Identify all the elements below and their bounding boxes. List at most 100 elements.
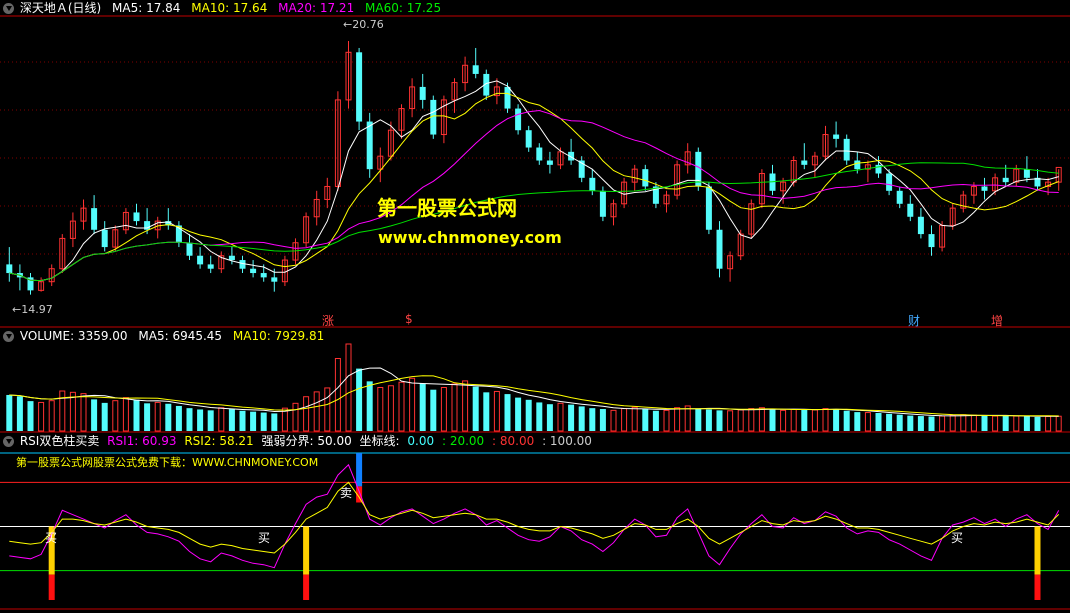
volume-bar <box>239 410 246 431</box>
volume-bar <box>186 408 193 431</box>
rsi-rsi2-line <box>9 481 1060 554</box>
volume-bar <box>175 405 182 431</box>
rsi-panel-header: RSI双色柱买卖 RSI1: 60.93 RSI2: 58.21 强弱分界: 5… <box>0 433 599 449</box>
volume-bar <box>705 409 712 431</box>
volume-bar <box>727 410 734 432</box>
low-price-label: ←14.97 <box>12 303 53 316</box>
volume-bar <box>843 410 850 431</box>
axis-line-label: 坐标线: <box>359 434 400 448</box>
candle-body <box>6 264 13 274</box>
panel-menu-icon[interactable] <box>3 436 14 447</box>
ma5-label: MA5: 17.84 <box>112 1 181 15</box>
volume-bar <box>207 410 214 431</box>
candle-body <box>260 273 267 278</box>
candle-body <box>101 229 108 248</box>
volume-bar <box>165 403 172 431</box>
volume-bar <box>260 412 267 431</box>
volume-bar <box>472 386 479 431</box>
candle-body <box>536 147 543 161</box>
candle-body <box>981 186 988 191</box>
watermark-url: www.chnmoney.com <box>378 228 562 247</box>
axis-20-label: : 20.00 <box>441 434 485 448</box>
buy-signal-bar-lower <box>48 574 55 600</box>
volume-bar <box>419 383 426 431</box>
volume-bar <box>557 402 564 432</box>
volume-bar <box>875 412 882 431</box>
volume-bar <box>1034 416 1041 431</box>
panel-menu-icon[interactable] <box>3 331 14 342</box>
watermark-title: 第一股票公式网 <box>377 196 517 220</box>
event-marker-zeng[interactable]: 增 <box>991 312 1003 329</box>
volume-bar <box>292 402 299 432</box>
candle-body <box>716 229 723 269</box>
volume-bar <box>546 404 553 431</box>
volume-bar <box>59 390 66 432</box>
volume-bar <box>568 404 575 431</box>
volume-bar <box>811 409 818 432</box>
volume-bar <box>462 380 469 432</box>
event-marker-cai[interactable]: 财 <box>908 312 920 329</box>
volume-bar <box>1023 416 1030 431</box>
volume-bar <box>504 394 511 431</box>
event-marker-zhang[interactable]: 涨 <box>322 312 334 329</box>
volume-bar <box>313 391 320 432</box>
candle-body <box>133 212 140 222</box>
buy-signal-bar-lower <box>303 574 310 600</box>
volume-bar <box>1013 415 1020 432</box>
candle-body <box>928 234 935 248</box>
volume-bar <box>122 397 129 432</box>
volume-bar <box>642 409 649 431</box>
volume-bar <box>324 387 331 432</box>
volume-bar <box>483 392 490 431</box>
candle-body <box>271 277 278 282</box>
volume-bar <box>271 413 278 431</box>
rsi2-label: RSI2: 58.21 <box>184 434 254 448</box>
event-marker-dollar[interactable]: $ <box>405 312 413 326</box>
candle-body <box>833 134 840 139</box>
volume-bar <box>896 414 903 431</box>
volume-bar <box>631 406 638 432</box>
price-panel-header: 深天地Ａ(日线) MA5: 17.84 MA10: 17.64 MA20: 17… <box>0 0 448 16</box>
volume-bar <box>854 412 861 431</box>
buy-signal-label: 买 <box>951 531 964 545</box>
candle-body <box>705 186 712 230</box>
candle-body <box>1002 177 1009 183</box>
buy-signal-bar-upper <box>303 526 310 575</box>
volume-bar <box>440 387 447 432</box>
volume-bar <box>1002 415 1009 431</box>
candle-body <box>366 121 373 170</box>
volume-bar <box>599 409 606 431</box>
buy-signal-label: 买 <box>45 531 58 545</box>
buy-signal-label: 买 <box>258 531 271 545</box>
volume-bar <box>960 414 967 432</box>
volume-bar <box>356 368 363 431</box>
volume-bar <box>716 410 723 431</box>
candle-body <box>854 160 861 170</box>
volume-bar <box>101 402 108 431</box>
volume-bar <box>6 394 13 431</box>
candle-body <box>197 255 204 265</box>
volume-bar <box>112 400 119 432</box>
candle-body <box>546 160 553 165</box>
volume-bar <box>536 402 543 431</box>
rsi-title: RSI双色柱买卖 <box>19 434 100 448</box>
volume-bar <box>451 383 458 432</box>
low-price-value: 14.97 <box>21 303 53 316</box>
volume-bar <box>144 403 151 431</box>
volume-bar <box>907 415 914 431</box>
candle-body <box>419 86 426 100</box>
candle-body <box>917 216 924 235</box>
candle-body <box>472 65 479 74</box>
volume-bar <box>748 408 755 432</box>
volume-bar <box>801 409 808 431</box>
candle-body <box>886 173 893 191</box>
divider-label: 强弱分界: 50.00 <box>261 434 352 448</box>
volume-bar <box>886 413 893 431</box>
rsi1-label: RSI1: 60.93 <box>107 434 177 448</box>
volume-bar <box>197 409 204 431</box>
candle-body <box>1023 169 1030 178</box>
axis-0-label: 0.00 <box>407 434 435 448</box>
panel-menu-icon[interactable] <box>3 3 14 14</box>
volume-bar <box>663 409 670 432</box>
stock-title: 深天地Ａ(日线) <box>19 1 102 15</box>
